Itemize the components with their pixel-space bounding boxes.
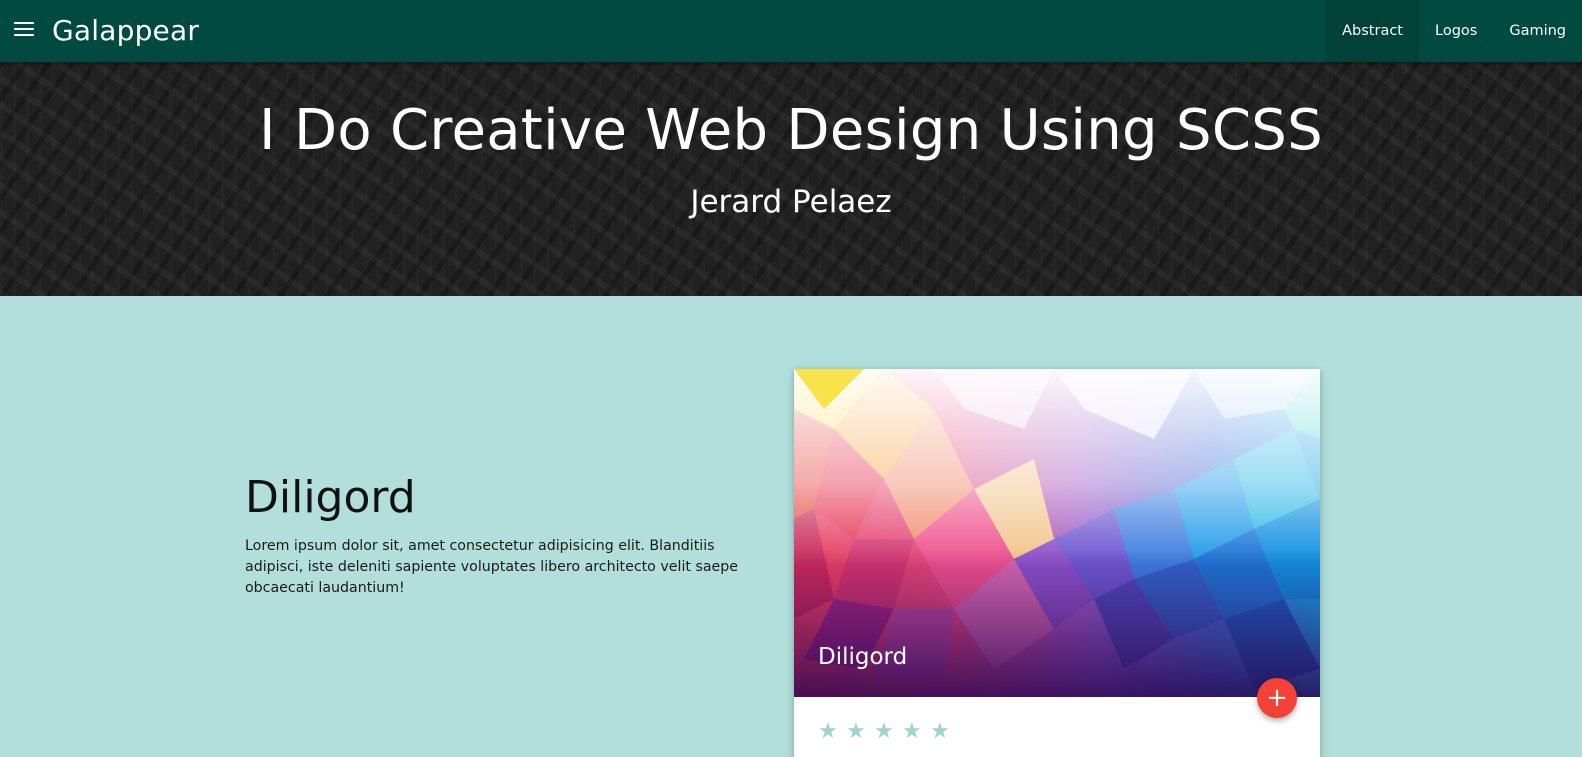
hero-subtitle: Jerard Pelaez [690,184,892,220]
card-image: Diligord [794,369,1320,697]
star-rating[interactable]: ★ ★ ★ ★ ★ [818,719,958,744]
navbar: Galappear Abstract Logos Gaming [0,0,1582,62]
plus-icon: + [1266,683,1288,713]
star-icon[interactable]: ★ [902,719,930,744]
hero-title: I Do Creative Web Design Using SCSS [259,98,1323,163]
section-title: Diligord [245,472,416,523]
section-description: Lorem ipsum dolor sit, amet consectetur … [245,538,739,596]
card-title: Diligord [818,644,908,670]
star-icon[interactable]: ★ [818,719,846,744]
nav-links: Abstract Logos Gaming [1326,0,1582,62]
hero-banner: I Do Creative Web Design Using SCSS Jera… [0,62,1582,296]
star-icon[interactable]: ★ [846,719,874,744]
nav-link-gaming[interactable]: Gaming [1493,0,1582,62]
star-icon[interactable]: ★ [874,719,902,744]
star-icon[interactable]: ★ [930,719,958,744]
image-card: Diligord + ★ ★ ★ ★ ★ [794,369,1320,757]
add-button[interactable]: + [1257,678,1297,718]
brand-logo[interactable]: Galappear [52,14,199,47]
nav-link-abstract[interactable]: Abstract [1326,0,1419,62]
nav-link-logos[interactable]: Logos [1419,0,1493,62]
menu-icon[interactable] [14,22,36,40]
